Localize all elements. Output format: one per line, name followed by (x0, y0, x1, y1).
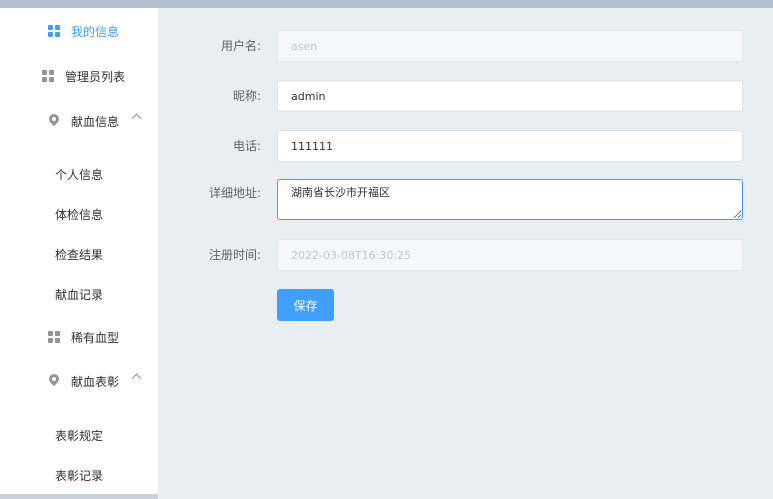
register-time-label: 注册时间: (208, 248, 261, 262)
location-icon (47, 114, 61, 128)
sidebar-item-label: 体检信息 (55, 207, 104, 222)
sidebar-item-my-info[interactable]: 我的信息 (0, 11, 158, 51)
sidebar-item-label: 我的信息 (71, 24, 120, 39)
register-time-input (277, 239, 743, 271)
sidebar-item-donation-awards[interactable]: 献血表彰 (0, 361, 158, 401)
address-label: 详细地址: (208, 186, 261, 200)
form-row-username: 用户名: (160, 30, 760, 62)
form-row-register-time: 注册时间: (160, 239, 760, 271)
sidebar-subitem-personal-info[interactable]: 个人信息 (0, 154, 158, 194)
form-row-phone: 电话: (160, 130, 760, 162)
sidebar-item-rare-blood[interactable]: 稀有血型 (0, 317, 158, 357)
sidebar-item-label: 表彰记录 (55, 468, 104, 483)
sidebar-item-donation-info[interactable]: 献血信息 (0, 101, 158, 141)
sidebar-item-label: 献血信息 (71, 114, 120, 129)
username-input (277, 30, 743, 62)
sidebar-item-admin-list[interactable]: 管理员列表 (0, 56, 158, 96)
grid-icon (41, 69, 55, 83)
address-textarea[interactable]: 湖南省长沙市开福区 (277, 179, 743, 220)
sidebar-subitem-award-records[interactable]: 表彰记录 (0, 455, 158, 495)
nickname-label: 昵称: (232, 89, 261, 103)
location-icon (47, 374, 61, 388)
sidebar-item-label: 管理员列表 (65, 69, 126, 84)
sidebar-item-label: 稀有血型 (71, 330, 120, 345)
chevron-up-icon (131, 373, 142, 384)
sidebar-item-label: 表彰规定 (55, 428, 104, 443)
sidebar-subitem-donation-records[interactable]: 献血记录 (0, 274, 158, 314)
sidebar-subitem-test-results[interactable]: 检查结果 (0, 234, 158, 274)
nickname-input[interactable] (277, 80, 743, 112)
form-row-address: 详细地址: 湖南省长沙市开福区 (160, 179, 760, 221)
grid-icon (47, 24, 61, 38)
form-row-nickname: 昵称: (160, 80, 760, 112)
username-label: 用户名: (220, 39, 261, 53)
chevron-up-icon (131, 113, 142, 124)
top-header-bar (0, 0, 773, 8)
grid-icon (47, 330, 61, 344)
sidebar-item-label: 个人信息 (55, 167, 104, 182)
sidebar-menu: 我的信息 管理员列表 献血信息 个人信息 体检信息 检查结果 献血记录 稀有血型… (0, 8, 158, 494)
phone-label: 电话: (232, 139, 261, 153)
sidebar-item-label: 献血表彰 (71, 374, 120, 389)
phone-input[interactable] (277, 130, 743, 162)
sidebar-scrollbar[interactable] (0, 494, 158, 499)
sidebar-item-label: 献血记录 (55, 287, 104, 302)
sidebar-item-label: 检查结果 (55, 247, 104, 262)
sidebar-subitem-award-rules[interactable]: 表彰规定 (0, 415, 158, 455)
sidebar-subitem-physical-exam[interactable]: 体检信息 (0, 194, 158, 234)
save-button[interactable]: 保存 (277, 289, 334, 321)
